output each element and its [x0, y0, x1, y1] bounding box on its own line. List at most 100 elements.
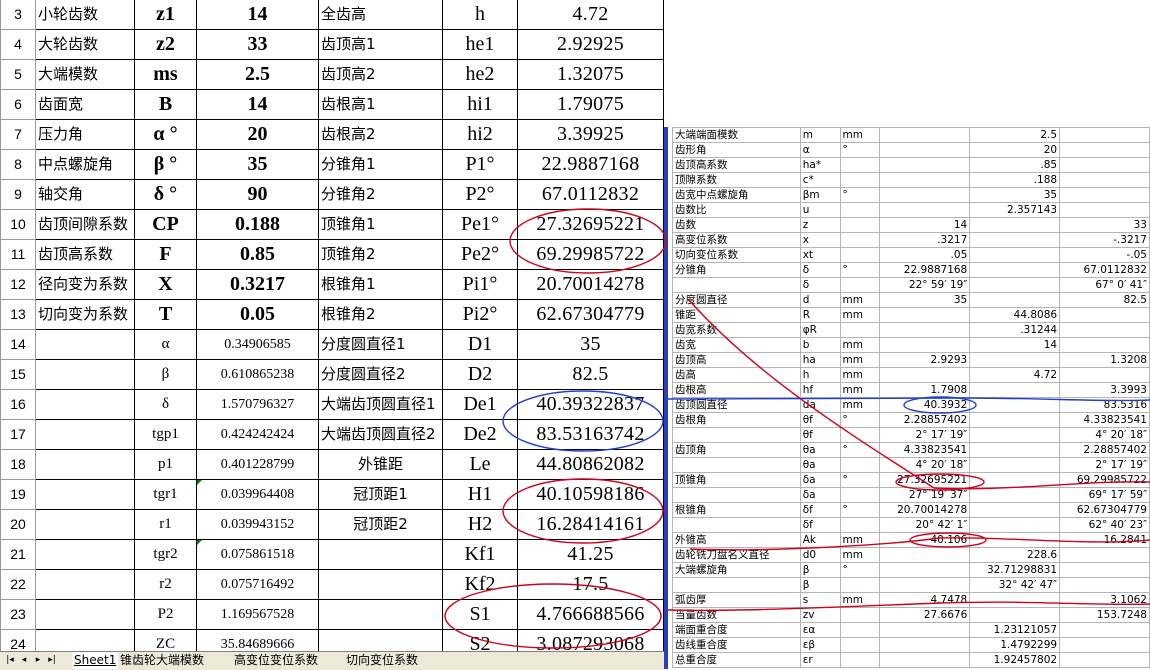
param-symbol-cell[interactable]: β	[799, 577, 841, 593]
param-unit-cell[interactable]	[839, 322, 881, 338]
param-name-cell[interactable]: 高变位系数	[672, 232, 801, 248]
shared-value-cell[interactable]: 2.5	[969, 127, 1061, 143]
param-name-cell[interactable]: 外锥高	[672, 532, 801, 548]
shared-value-cell[interactable]: 35	[969, 187, 1061, 203]
pinion-value-cell[interactable]: 4° 20′ 18″	[879, 457, 971, 473]
param-name-cell[interactable]: 齿数比	[672, 202, 801, 218]
gear-value-cell[interactable]: 82.5	[1059, 292, 1150, 308]
param-symbol-cell[interactable]: b	[799, 337, 841, 353]
param-unit-cell[interactable]	[839, 637, 881, 653]
shared-value-cell[interactable]	[969, 232, 1061, 248]
row-header[interactable]: 9	[0, 179, 36, 210]
result-value-cell[interactable]: 27.32695221	[517, 209, 664, 240]
param-symbol-cell[interactable]: δ	[799, 262, 841, 278]
result-symbol-cell[interactable]: D1	[442, 329, 518, 360]
row-header[interactable]: 20	[0, 509, 36, 540]
result-name-cell[interactable]: 分锥角2	[318, 179, 443, 210]
result-name-cell[interactable]: 大端齿顶圆直径2	[318, 419, 443, 450]
result-symbol-cell[interactable]: H1	[442, 479, 518, 510]
gear-value-cell[interactable]	[1059, 577, 1150, 593]
param-symbol-cell[interactable]: εα	[799, 622, 841, 638]
parameter-name-cell[interactable]	[35, 479, 135, 510]
result-value-cell[interactable]: 41.25	[517, 539, 664, 570]
value-cell[interactable]: 90	[196, 179, 319, 210]
result-value-cell[interactable]: 3.39925	[517, 119, 664, 150]
pinion-value-cell[interactable]	[879, 367, 971, 383]
result-value-cell[interactable]: 40.39322837	[517, 389, 664, 420]
shared-value-cell[interactable]: 1.4792299	[969, 637, 1061, 653]
shared-value-cell[interactable]	[969, 352, 1061, 368]
result-name-cell[interactable]: 齿顶高1	[318, 29, 443, 60]
symbol-cell[interactable]: δ	[134, 389, 197, 420]
row-header[interactable]: 19	[0, 479, 36, 510]
value-cell[interactable]: 1.169567528	[196, 599, 319, 630]
shared-value-cell[interactable]: 32° 42′ 47″	[969, 577, 1061, 593]
pinion-value-cell[interactable]: 27.32695221	[879, 472, 971, 488]
shared-value-cell[interactable]	[969, 397, 1061, 413]
param-unit-cell[interactable]	[839, 172, 881, 188]
param-unit-cell[interactable]: °	[839, 142, 881, 158]
gear-value-cell[interactable]	[1059, 307, 1150, 323]
shared-value-cell[interactable]	[969, 457, 1061, 473]
gear-value-cell[interactable]	[1059, 337, 1150, 353]
parameter-name-cell[interactable]	[35, 329, 135, 360]
value-cell[interactable]: 0.424242424	[196, 419, 319, 450]
result-name-cell[interactable]: 根锥角1	[318, 269, 443, 300]
param-symbol-cell[interactable]: θf	[799, 412, 841, 428]
param-symbol-cell[interactable]: s	[799, 592, 841, 608]
gear-value-cell[interactable]: 62° 40′ 23″	[1059, 517, 1150, 533]
pinion-value-cell[interactable]: 2° 17′ 19″	[879, 427, 971, 443]
param-unit-cell[interactable]	[839, 202, 881, 218]
result-symbol-cell[interactable]: Pi2°	[442, 299, 518, 330]
result-value-cell[interactable]: 35	[517, 329, 664, 360]
shared-value-cell[interactable]: 20	[969, 142, 1061, 158]
param-name-cell[interactable]: 总重合度	[672, 652, 801, 668]
result-value-cell[interactable]: 22.9887168	[517, 149, 664, 180]
param-symbol-cell[interactable]: d	[799, 292, 841, 308]
gear-value-cell[interactable]	[1059, 547, 1150, 563]
param-unit-cell[interactable]	[839, 232, 881, 248]
result-name-cell[interactable]: 分锥角1	[318, 149, 443, 180]
gear-value-cell[interactable]	[1059, 652, 1150, 668]
main-worksheet[interactable]: 3 小轮齿数 z1 14 全齿高 h 4.72 4 大轮齿数 z2 33 齿顶高1 he1 2.92925…	[0, 0, 664, 651]
gear-value-cell[interactable]: -.3217	[1059, 232, 1150, 248]
parameter-name-cell[interactable]	[35, 599, 135, 630]
param-symbol-cell[interactable]: θa	[799, 457, 841, 473]
symbol-cell[interactable]: α	[134, 329, 197, 360]
param-unit-cell[interactable]	[839, 607, 881, 623]
symbol-cell[interactable]: CP	[134, 209, 197, 240]
param-name-cell[interactable]: 齿宽中点螺旋角	[672, 187, 801, 203]
result-value-cell[interactable]: 83.53163742	[517, 419, 664, 450]
shared-value-cell[interactable]: .188	[969, 172, 1061, 188]
param-name-cell[interactable]: 切向变位系数	[672, 247, 801, 263]
param-symbol-cell[interactable]: β	[799, 562, 841, 578]
row-header[interactable]: 4	[0, 29, 36, 60]
param-symbol-cell[interactable]: θa	[799, 442, 841, 458]
param-name-cell[interactable]	[672, 487, 801, 503]
parameter-name-cell[interactable]	[35, 539, 135, 570]
result-symbol-cell[interactable]: H2	[442, 509, 518, 540]
param-symbol-cell[interactable]: c*	[799, 172, 841, 188]
gear-value-cell[interactable]: 69° 17′ 59″	[1059, 487, 1150, 503]
param-symbol-cell[interactable]: hf	[799, 382, 841, 398]
symbol-cell[interactable]: T	[134, 299, 197, 330]
row-header[interactable]: 18	[0, 449, 36, 480]
row-header[interactable]: 14	[0, 329, 36, 360]
row-header[interactable]: 10	[0, 209, 36, 240]
parameter-name-cell[interactable]: 齿顶间隙系数	[35, 209, 135, 240]
param-name-cell[interactable]: 根锥角	[672, 502, 801, 518]
param-unit-cell[interactable]: mm	[839, 292, 881, 308]
symbol-cell[interactable]: β	[134, 359, 197, 390]
pinion-value-cell[interactable]	[879, 187, 971, 203]
gear-value-cell[interactable]: 3.1062	[1059, 592, 1150, 608]
shared-value-cell[interactable]: 4.72	[969, 367, 1061, 383]
result-value-cell[interactable]: 1.79075	[517, 89, 664, 120]
param-unit-cell[interactable]	[839, 427, 881, 443]
result-value-cell[interactable]: 3.087293068	[517, 629, 664, 651]
result-value-cell[interactable]: 44.80862082	[517, 449, 664, 480]
result-value-cell[interactable]: 4.766688566	[517, 599, 664, 630]
pinion-value-cell[interactable]: 1.7908	[879, 382, 971, 398]
result-name-cell[interactable]: 全齿高	[318, 0, 443, 30]
symbol-cell[interactable]: z1	[134, 0, 197, 30]
param-name-cell[interactable]: 大端螺旋角	[672, 562, 801, 578]
